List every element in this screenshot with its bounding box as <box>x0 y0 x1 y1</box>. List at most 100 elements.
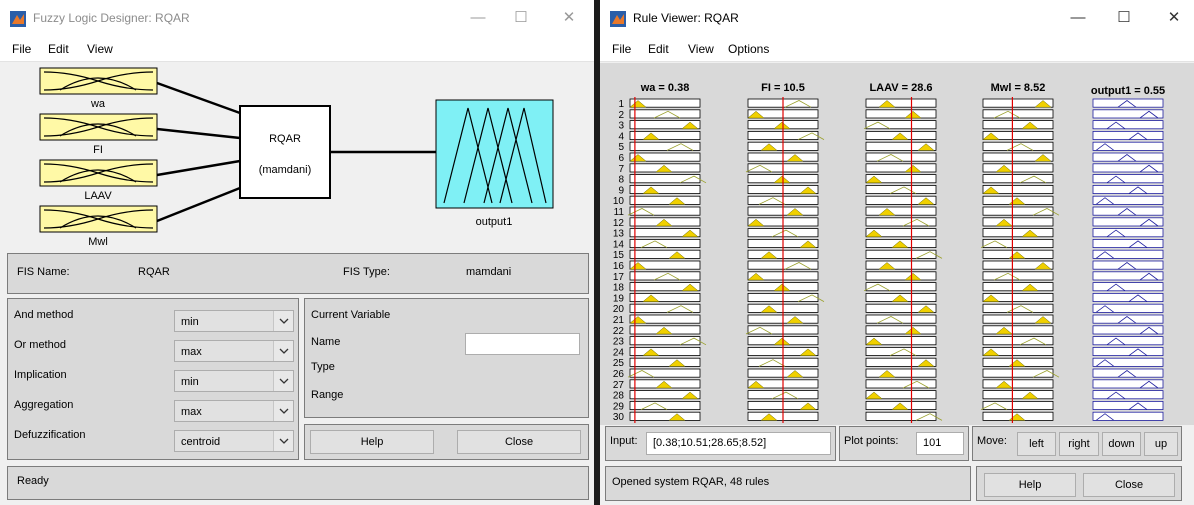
rule-cell[interactable] <box>865 411 937 421</box>
rule-cell[interactable] <box>629 141 701 151</box>
menu-file[interactable]: File <box>12 42 31 56</box>
aggregation-dropdown[interactable]: max <box>174 400 294 422</box>
move-left-button[interactable]: left <box>1017 432 1056 456</box>
rule-cell[interactable] <box>982 336 1054 346</box>
rule-cell[interactable] <box>865 379 937 389</box>
plot-points-field[interactable]: 101 <box>916 432 964 455</box>
implication-dropdown[interactable]: min <box>174 370 294 392</box>
rule-cell[interactable] <box>982 206 1054 216</box>
rule-cell[interactable] <box>1092 346 1164 356</box>
rule-cell[interactable] <box>1092 249 1164 259</box>
rule-cell[interactable] <box>865 185 937 195</box>
close-window-button[interactable]: ✕ <box>1160 6 1188 30</box>
and-method-dropdown[interactable]: min <box>174 310 294 332</box>
maximize-button[interactable]: ☐ <box>1110 6 1138 30</box>
rule-cell[interactable] <box>1092 260 1164 270</box>
rule-cell[interactable] <box>1092 336 1164 346</box>
menu-view[interactable]: View <box>87 42 113 56</box>
rule-cell[interactable] <box>982 174 1054 184</box>
rule-cell[interactable] <box>629 336 701 346</box>
menu-edit[interactable]: Edit <box>48 42 69 56</box>
rule-cell[interactable] <box>1092 185 1164 195</box>
rule-cell[interactable] <box>629 346 701 356</box>
rule-cell[interactable] <box>1092 120 1164 130</box>
defuzzification-dropdown[interactable]: centroid <box>174 430 294 452</box>
rule-cell[interactable] <box>865 282 937 292</box>
menu-view[interactable]: View <box>688 42 714 56</box>
rule-cell[interactable] <box>1092 292 1164 302</box>
rule-cell[interactable] <box>629 131 701 141</box>
rule-cell[interactable] <box>1092 390 1164 400</box>
move-up-button[interactable]: up <box>1144 432 1178 456</box>
rule-cell[interactable] <box>865 217 937 227</box>
rule-cell[interactable] <box>865 260 937 270</box>
rule-cell[interactable] <box>982 238 1054 248</box>
rule-cell[interactable] <box>865 325 937 335</box>
rule-cell[interactable] <box>865 206 937 216</box>
input-block-wa[interactable] <box>39 67 158 95</box>
rule-cell[interactable] <box>1092 368 1164 378</box>
rule-block[interactable] <box>239 105 331 199</box>
rule-cell[interactable] <box>865 368 937 378</box>
close-button[interactable]: Close <box>457 430 581 454</box>
rule-cell[interactable] <box>629 249 701 259</box>
rule-cell[interactable] <box>982 120 1054 130</box>
rule-cell[interactable] <box>982 217 1054 227</box>
rule-cell[interactable] <box>982 368 1054 378</box>
minimize-button[interactable]: — <box>1064 6 1092 30</box>
input-vector-field[interactable]: [0.38;10.51;28.65;8.52] <box>646 432 831 455</box>
rule-cell[interactable] <box>865 163 937 173</box>
rule-cell[interactable] <box>1092 131 1164 141</box>
rule-cell[interactable] <box>1092 357 1164 367</box>
rule-cell[interactable] <box>1092 206 1164 216</box>
rule-cell[interactable] <box>865 120 937 130</box>
rule-cell[interactable] <box>629 271 701 281</box>
rule-cell[interactable] <box>1092 282 1164 292</box>
input-block-mwl[interactable] <box>39 205 158 233</box>
rule-cell[interactable] <box>1092 228 1164 238</box>
rule-cell[interactable] <box>629 303 701 313</box>
rule-cell[interactable] <box>1092 195 1164 205</box>
rule-cell[interactable] <box>629 411 701 421</box>
rule-cell[interactable] <box>865 249 937 259</box>
rule-cell[interactable] <box>865 98 937 108</box>
move-down-button[interactable]: down <box>1102 432 1141 456</box>
menu-file[interactable]: File <box>612 42 631 56</box>
menu-options[interactable]: Options <box>728 42 769 56</box>
rule-cell[interactable] <box>982 163 1054 173</box>
or-method-dropdown[interactable]: max <box>174 340 294 362</box>
close-button[interactable]: Close <box>1083 473 1175 497</box>
rule-cell[interactable] <box>1092 141 1164 151</box>
output-block[interactable] <box>435 99 554 209</box>
rule-cell[interactable] <box>982 325 1054 335</box>
rule-cell[interactable] <box>1092 152 1164 162</box>
close-window-button[interactable]: ✕ <box>555 6 583 30</box>
rule-cell[interactable] <box>629 368 701 378</box>
input-block-fi[interactable] <box>39 113 158 141</box>
variable-name-field[interactable] <box>465 333 580 355</box>
rule-cell[interactable] <box>982 228 1054 238</box>
move-right-button[interactable]: right <box>1059 432 1099 456</box>
rule-cell[interactable] <box>982 141 1054 151</box>
menu-edit[interactable]: Edit <box>648 42 669 56</box>
rule-cell[interactable] <box>865 271 937 281</box>
rule-cell[interactable] <box>982 303 1054 313</box>
rule-cell[interactable] <box>629 195 701 205</box>
rule-cell[interactable] <box>865 109 937 119</box>
rule-cell[interactable] <box>982 379 1054 389</box>
rule-cell[interactable] <box>982 282 1054 292</box>
input-block-laav[interactable] <box>39 159 158 187</box>
rule-cell[interactable] <box>629 292 701 302</box>
rule-cell[interactable] <box>1092 411 1164 421</box>
rule-cell[interactable] <box>1092 174 1164 184</box>
rule-cell[interactable] <box>865 346 937 356</box>
rule-cell[interactable] <box>629 357 701 367</box>
rule-cell[interactable] <box>629 206 701 216</box>
rule-cell[interactable] <box>982 390 1054 400</box>
rule-cell[interactable] <box>629 174 701 184</box>
rule-cell[interactable] <box>1092 98 1164 108</box>
rule-cell[interactable] <box>1092 400 1164 410</box>
help-button[interactable]: Help <box>310 430 434 454</box>
rule-cell[interactable] <box>1092 314 1164 324</box>
rule-cell[interactable] <box>982 400 1054 410</box>
